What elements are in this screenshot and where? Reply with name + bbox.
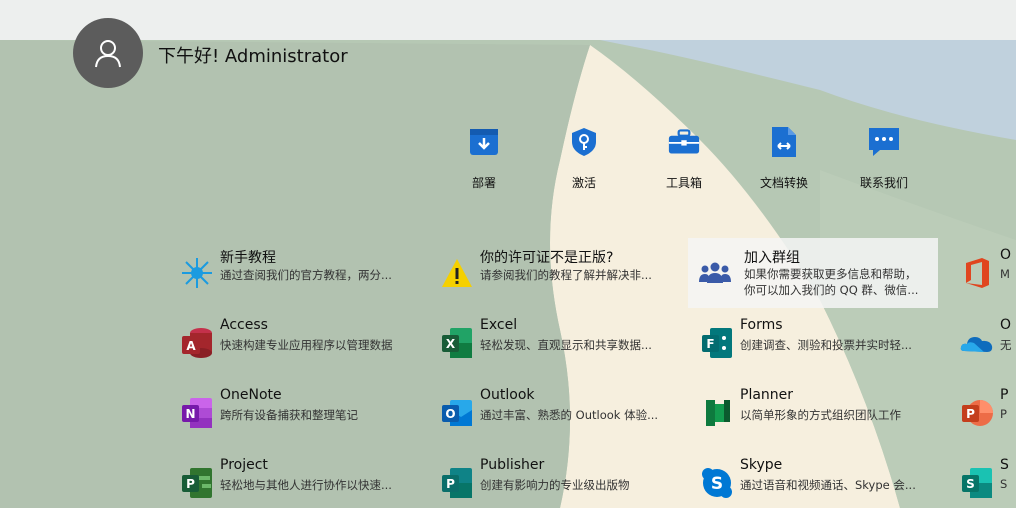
tile-title: Publisher — [480, 457, 545, 473]
activate-label: 激活 — [571, 176, 596, 190]
tile-description: 通过语音和视频通话、Skype 会... — [740, 478, 916, 492]
deploy-icon — [468, 126, 500, 158]
tile-title: Project — [220, 457, 268, 473]
tile-description: 如果你需要获取更多信息和帮助， — [744, 267, 917, 281]
skype-icon: S — [700, 466, 734, 500]
toolbox-button[interactable]: 工具箱 — [644, 126, 724, 191]
document-convert-button[interactable]: 文档转换 — [744, 126, 824, 191]
tile-description: 通过丰富、熟悉的 Outlook 体验... — [480, 408, 659, 422]
deploy-label: 部署 — [471, 176, 496, 190]
tile-office[interactable]: O M — [956, 238, 1016, 308]
toolbox-label: 工具箱 — [665, 176, 702, 190]
tile-planner[interactable]: Planner 以简单形象的方式组织团队工作 — [696, 378, 948, 448]
tile-onenote[interactable]: N OneNote 跨所有设备捕获和整理笔记 — [176, 378, 428, 448]
chat-icon — [868, 126, 900, 158]
tile-description: 通过查阅我们的官方教程，两分... — [220, 268, 392, 282]
tile-description: 以简单形象的方式组织团队工作 — [740, 408, 901, 422]
tile-excel[interactable]: X Excel 轻松发现、直观显示和共享数据... — [436, 308, 688, 378]
tile-description: 轻松地与其他人进行协作以快速... — [220, 478, 392, 492]
publisher-icon: P — [440, 466, 474, 500]
sway-icon: S — [960, 466, 994, 500]
tile-title: Forms — [740, 317, 783, 333]
contact-us-label: 联系我们 — [859, 176, 908, 190]
svg-text:N: N — [185, 407, 195, 421]
tile-title: 加入群组 — [744, 250, 800, 266]
svg-text:F: F — [706, 337, 714, 351]
project-icon: P — [180, 466, 214, 500]
excel-icon: X — [440, 326, 474, 360]
svg-text:O: O — [445, 407, 455, 421]
tile-title: P — [1000, 387, 1009, 403]
tile-title: Planner — [740, 387, 794, 403]
tile-tutorial[interactable]: 新手教程 通过查阅我们的官方教程，两分... — [176, 238, 428, 308]
activate-key-icon — [568, 126, 600, 158]
outlook-icon: O — [440, 396, 474, 430]
svg-text:A: A — [186, 339, 196, 353]
tile-description: 无 — [1000, 338, 1012, 352]
tile-description: M — [1000, 267, 1010, 281]
tile-license[interactable]: 你的许可证不是正版? 请参阅我们的教程了解并解决非... — [436, 238, 688, 308]
warning-icon — [440, 256, 474, 290]
office-icon — [960, 256, 994, 290]
onedrive-icon — [960, 326, 994, 360]
forms-icon: F — [700, 326, 734, 360]
tile-description: 创建调查、测验和投票并实时轻... — [740, 338, 912, 352]
group-icon — [698, 256, 732, 290]
tile-forms[interactable]: F Forms 创建调查、测验和投票并实时轻... — [696, 308, 948, 378]
tile-description: 请参阅我们的教程了解并解决非... — [480, 268, 652, 282]
svg-text:X: X — [446, 337, 456, 351]
contact-us-button[interactable]: 联系我们 — [844, 126, 924, 191]
tile-description: S — [1000, 477, 1008, 491]
tile-title: Outlook — [480, 387, 535, 403]
tile-title: Skype — [740, 457, 783, 473]
deploy-button[interactable]: 部署 — [444, 126, 524, 191]
greeting-text: 下午好! Administrator — [158, 46, 348, 67]
user-avatar[interactable] — [73, 18, 143, 88]
tile-onedrive[interactable]: O 无 — [956, 308, 1016, 378]
tile-title: Excel — [480, 317, 518, 333]
tile-description: 创建有影响力的专业级出版物 — [480, 478, 630, 492]
toolbox-icon — [668, 126, 700, 158]
document-convert-icon — [768, 126, 800, 158]
tile-title: S — [1000, 457, 1009, 473]
activate-button[interactable]: 激活 — [544, 126, 624, 191]
planner-icon — [700, 396, 734, 430]
svg-text:P: P — [186, 477, 195, 491]
tile-description-line2: 你可以加入我们的 QQ 群、微信... — [744, 283, 919, 297]
tile-description: 快速构建专业应用程序以管理数据 — [220, 338, 393, 352]
tile-title: 你的许可证不是正版? — [480, 250, 614, 266]
onenote-icon: N — [180, 396, 214, 430]
sparkle-icon — [180, 256, 214, 290]
tile-title: O — [1000, 317, 1012, 333]
powerpoint-icon: P — [960, 396, 994, 430]
tile-description: 跨所有设备捕获和整理笔记 — [220, 408, 358, 422]
svg-text:S: S — [966, 477, 975, 491]
tile-title: 新手教程 — [220, 250, 276, 266]
tile-description: P — [1000, 407, 1007, 421]
tile-title: OneNote — [220, 387, 282, 403]
tile-title: Access — [220, 317, 268, 333]
svg-text:P: P — [446, 477, 455, 491]
access-icon: A — [180, 326, 214, 360]
user-icon — [95, 40, 121, 68]
svg-text:P: P — [966, 407, 975, 421]
tile-join-group[interactable]: 加入群组 如果你需要获取更多信息和帮助， 你可以加入我们的 QQ 群、微信... — [688, 238, 938, 308]
tile-access[interactable]: A Access 快速构建专业应用程序以管理数据 — [176, 308, 428, 378]
svg-text:S: S — [711, 474, 723, 494]
tile-outlook[interactable]: O Outlook 通过丰富、熟悉的 Outlook 体验... — [436, 378, 688, 448]
document-convert-label: 文档转换 — [759, 176, 808, 190]
tile-title: O — [1000, 247, 1012, 263]
tile-powerpoint[interactable]: P P P — [956, 378, 1016, 448]
tile-description: 轻松发现、直观显示和共享数据... — [480, 338, 652, 352]
